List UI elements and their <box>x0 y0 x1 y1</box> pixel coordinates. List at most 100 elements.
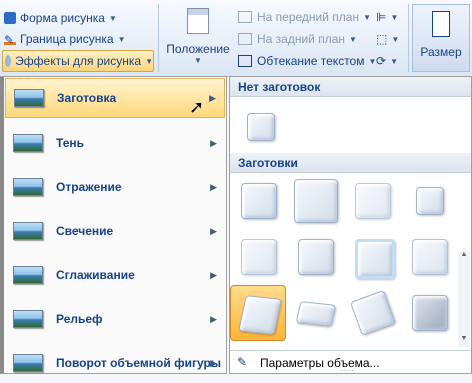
picture-icon <box>13 266 43 284</box>
preset-tile[interactable] <box>347 175 397 225</box>
preset-tile[interactable] <box>404 175 454 225</box>
bevel-preview <box>294 179 338 223</box>
bevel-preview <box>355 183 391 219</box>
size-icon <box>432 11 450 37</box>
picture-effects-label: Эффекты для рисунка <box>15 54 142 68</box>
preset-tile[interactable] <box>404 231 454 281</box>
picture-shape-button[interactable]: Форма рисунка ▼ <box>4 8 117 28</box>
rotate-icon: ⟳ <box>376 54 387 68</box>
preset-tile[interactable] <box>233 231 283 281</box>
size-label: Размер <box>420 45 462 59</box>
menu-item-label: Свечение <box>56 224 114 238</box>
rotate-button[interactable]: ⟳ ▼ <box>376 52 406 70</box>
menu-item-label: Рельеф <box>56 312 103 326</box>
divider <box>158 4 159 72</box>
text-wrap-button[interactable]: Обтекание текстом ▼ <box>238 51 376 71</box>
no-preset-header: Нет заготовок <box>230 77 471 97</box>
align-icon: ⊫ <box>376 10 387 24</box>
menu-item-3d-rotation[interactable]: Поворот объемной фигуры ▶ <box>5 343 225 383</box>
preset-tile[interactable] <box>347 231 397 281</box>
chevron-down-icon: ▼ <box>390 12 399 22</box>
chevron-down-icon: ▼ <box>194 56 202 65</box>
menu-item-label: Сглаживание <box>56 268 135 282</box>
text-wrap-icon <box>238 55 252 67</box>
menu-item-shadow[interactable]: Тень ▶ <box>5 123 225 163</box>
effects-icon <box>5 55 12 67</box>
align-button[interactable]: ⊫ ▼ <box>376 8 406 26</box>
size-button[interactable]: Размер <box>412 4 470 72</box>
menu-item-label: Поворот объемной фигуры <box>56 356 222 370</box>
position-icon <box>187 8 209 34</box>
picture-icon <box>13 310 43 328</box>
menu-item-soft-edges[interactable]: Сглаживание ▶ <box>5 255 225 295</box>
chevron-right-icon: ▶ <box>210 137 217 148</box>
divider <box>408 4 409 72</box>
picture-icon <box>14 89 44 107</box>
effects-menu: Заготовка ▶ Тень ▶ Отражение ▶ Свечение … <box>0 76 227 374</box>
picture-effects-button[interactable]: Эффекты для рисунка ▼ <box>2 50 154 72</box>
shape-icon <box>4 12 16 24</box>
group-icon: ⬚ <box>376 32 388 46</box>
preset-tile[interactable] <box>347 287 397 337</box>
preset-tile[interactable] <box>290 231 340 281</box>
preset-tile[interactable] <box>233 175 283 225</box>
mouse-cursor-icon: ➚ <box>189 97 205 117</box>
chevron-down-icon: ▼ <box>117 34 126 44</box>
menu-item-bevel[interactable]: Рельеф ▶ <box>5 299 225 339</box>
menu-item-glow[interactable]: Свечение ▶ <box>5 211 225 251</box>
picture-border-button[interactable]: ✎ Граница рисунка ▼ <box>4 29 126 49</box>
bevel-preview <box>298 239 334 275</box>
chevron-down-icon: ▼ <box>390 56 398 66</box>
preset-tile-none[interactable] <box>235 101 285 151</box>
gallery-scrollbar[interactable]: ▲ ▼ <box>458 251 470 347</box>
position-button[interactable]: Положение ▼ <box>165 6 231 68</box>
menu-item-label: Заготовка <box>57 91 117 105</box>
chevron-down-icon: ▼ <box>145 56 153 66</box>
chevron-down-icon: ▼ <box>108 13 117 23</box>
preset-tile[interactable] <box>290 287 340 337</box>
bevel-preview <box>412 295 448 331</box>
bevel-preview <box>412 239 448 275</box>
3d-options-icon: ✎ <box>236 355 248 369</box>
text-wrap-label: Обтекание текстом <box>257 54 365 68</box>
bring-front-label: На передний план <box>257 10 360 24</box>
3d-options-label: Параметры объема... <box>260 356 380 370</box>
send-back-button[interactable]: На задний план ▼ <box>238 29 357 49</box>
menu-stripe <box>0 77 4 373</box>
bevel-preview <box>238 295 282 335</box>
bring-front-button[interactable]: На передний план ▼ <box>238 7 371 27</box>
picture-icon <box>13 178 43 196</box>
chevron-right-icon: ▶ <box>210 357 217 368</box>
bring-front-icon <box>238 11 252 23</box>
position-label: Положение <box>166 42 230 56</box>
send-back-label: На задний план <box>257 32 346 46</box>
picture-icon <box>13 134 43 152</box>
scroll-down-icon[interactable]: ▼ <box>459 335 469 347</box>
presets-header: Заготовки <box>230 153 471 173</box>
preset-tile[interactable] <box>404 287 454 337</box>
scroll-up-icon[interactable]: ▲ <box>459 251 469 263</box>
preset-gallery: Нет заготовок Заготовки ▲ ▼ ✎ Параметры … <box>229 76 472 375</box>
picture-icon <box>13 222 43 240</box>
picture-icon <box>13 354 43 372</box>
chevron-right-icon: ▶ <box>210 225 217 236</box>
chevron-right-icon: ▶ <box>210 269 217 280</box>
preset-tile[interactable] <box>290 175 340 225</box>
bevel-preview <box>416 187 444 215</box>
bevel-preview <box>247 113 275 141</box>
chevron-right-icon: ▶ <box>209 92 216 103</box>
ribbon: Форма рисунка ▼ ✎ Граница рисунка ▼ Эффе… <box>0 0 472 77</box>
bevel-preview <box>241 183 277 219</box>
send-back-icon <box>238 33 252 45</box>
preset-tile-selected[interactable] <box>230 285 286 341</box>
pen-icon: ✎ <box>4 33 16 47</box>
group-button[interactable]: ⬚ ▼ <box>376 30 406 48</box>
chevron-down-icon: ▼ <box>391 34 400 44</box>
chevron-down-icon: ▼ <box>349 34 357 44</box>
chevron-down-icon: ▼ <box>363 12 372 22</box>
bevel-preview <box>241 239 277 275</box>
menu-item-reflection[interactable]: Отражение ▶ <box>5 167 225 207</box>
bevel-preview <box>295 301 337 327</box>
picture-shape-label: Форма рисунка <box>20 11 105 25</box>
bevel-preview <box>349 289 397 337</box>
